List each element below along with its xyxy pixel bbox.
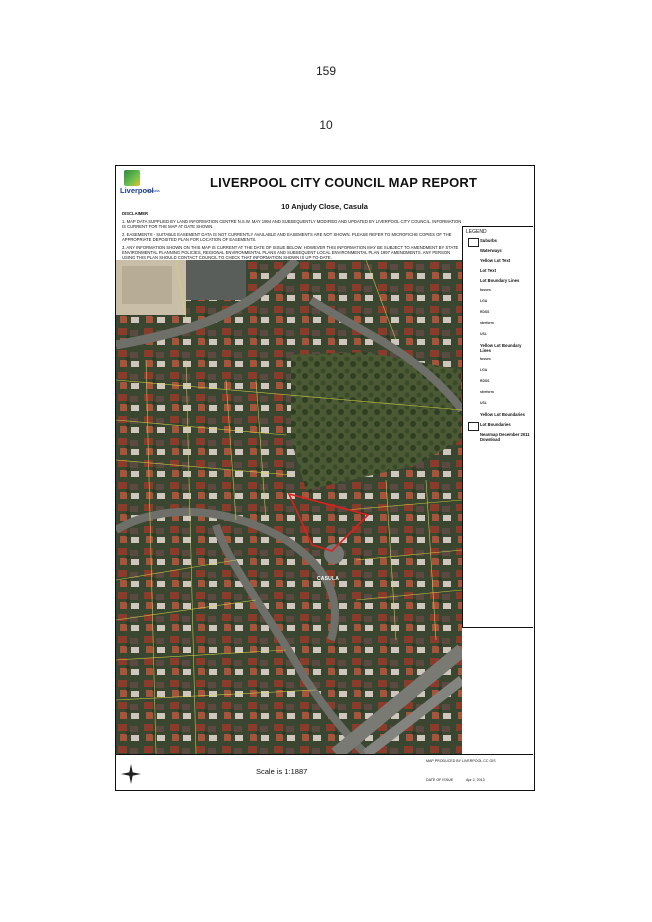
legend-label: RDSS xyxy=(480,379,490,383)
legend-item-lot-boundaries: Lot Boundaries xyxy=(466,422,530,431)
page-number-sub: 10 xyxy=(319,118,333,132)
legend-label: Lot Boundaries xyxy=(480,422,511,427)
lot-boundaries-swatch-icon xyxy=(468,422,479,431)
legend-label: Yellow Lot Boundaries xyxy=(480,412,525,417)
disclaimer-item: 2. EASEMENTS - SUITABLE EASEMENT DATA IS… xyxy=(122,232,452,242)
legend-item-yellow-lot-boundaries: Yellow Lot Boundaries xyxy=(466,412,530,418)
property-address: 10 Anjudy Close, Casula xyxy=(281,202,368,211)
report-title: LIVERPOOL CITY COUNCIL MAP REPORT xyxy=(210,175,478,190)
disclaimer-item: 1. MAP DATA SUPPLIED BY LAND INFORMATION… xyxy=(122,219,462,229)
map-legend: LEGEND Suburbs Waterways Yellow Lot Text… xyxy=(462,226,533,628)
legend-item-suburbs: Suburbs xyxy=(466,238,530,247)
legend-label: fosses xyxy=(480,288,491,292)
legend-subitem: LGA xyxy=(466,299,530,305)
map-report: Liverpool Australia LIVERPOOL CITY COUNC… xyxy=(115,165,535,791)
map-scale: Scale is 1:1887 xyxy=(256,767,308,776)
legend-subitem: fosses xyxy=(466,288,530,294)
legend-label: fosses xyxy=(480,357,491,361)
legend-subitem: fosses xyxy=(466,357,530,363)
legend-label: streform xyxy=(480,390,494,394)
disclaimer: DISCLAIMER 1. MAP DATA SUPPLIED BY LAND … xyxy=(122,211,462,263)
legend-label: USL xyxy=(480,401,487,405)
report-header: Liverpool Australia LIVERPOOL CITY COUNC… xyxy=(116,166,533,260)
legend-item-yellow-lot-text: Yellow Lot Text xyxy=(466,258,530,264)
legend-label: streform xyxy=(480,321,494,325)
legend-label: Suburbs xyxy=(480,238,497,243)
legend-label: RDSS xyxy=(480,310,490,314)
suburbs-swatch-icon xyxy=(468,238,479,247)
date-of-issue: Apr 2, 2013 xyxy=(466,778,485,782)
legend-subitem: USL xyxy=(466,401,530,407)
legend-item-yellow-lot-boundary-lines: Yellow Lot Boundary Lines xyxy=(466,343,530,353)
legend-label: Waterways xyxy=(480,248,502,253)
legend-item-nearmap: Nearmap December 2011 Download xyxy=(466,432,530,442)
logo-subtext: Australia xyxy=(146,189,160,193)
legend-label: USL xyxy=(480,332,487,336)
legend-item-waterways: Waterways xyxy=(466,248,530,254)
page-number-top: 159 xyxy=(315,64,337,78)
legend-item-lot-text: Lot Text xyxy=(466,268,530,274)
legend-subitem: LGA xyxy=(466,368,530,374)
aerial-map[interactable]: CASULA xyxy=(116,260,462,754)
legend-subitem: streform xyxy=(466,321,530,327)
disclaimer-title: DISCLAIMER xyxy=(122,211,149,216)
legend-label: Lot Text xyxy=(480,268,496,273)
council-logo: Liverpool Australia xyxy=(120,170,174,200)
legend-label: Yellow Lot Text xyxy=(480,258,511,263)
disclaimer-item: 3. ANY INFORMATION SHOWN ON THIS MAP IS … xyxy=(122,245,459,260)
north-arrow-icon xyxy=(121,764,141,784)
date-of-issue-label: DATE OF ISSUE xyxy=(426,778,454,782)
legend-label: Yellow Lot Boundary Lines xyxy=(480,343,522,353)
legend-subitem: USL xyxy=(466,332,530,338)
legend-title: LEGEND xyxy=(466,229,487,235)
legend-subitem: RDSS xyxy=(466,379,530,385)
legend-subitem: streform xyxy=(466,390,530,396)
legend-label: LGA xyxy=(480,299,488,303)
legend-label: Nearmap December 2011 Download xyxy=(480,432,530,442)
legend-subitem: RDSS xyxy=(466,310,530,316)
legend-label: Lot Boundary Lines xyxy=(480,278,520,283)
legend-item-lot-boundary-lines: Lot Boundary Lines xyxy=(466,278,530,284)
report-footer: Scale is 1:1887 MAP PRODUCED BY LIVERPOO… xyxy=(116,754,533,790)
produced-by: MAP PRODUCED BY LIVERPOOL CC GIS xyxy=(426,759,496,763)
subject-lot-label: CASULA xyxy=(317,576,340,582)
legend-label: LGA xyxy=(480,368,488,372)
logo-mark-icon xyxy=(124,170,140,186)
aerial-map-drawing xyxy=(116,260,462,754)
